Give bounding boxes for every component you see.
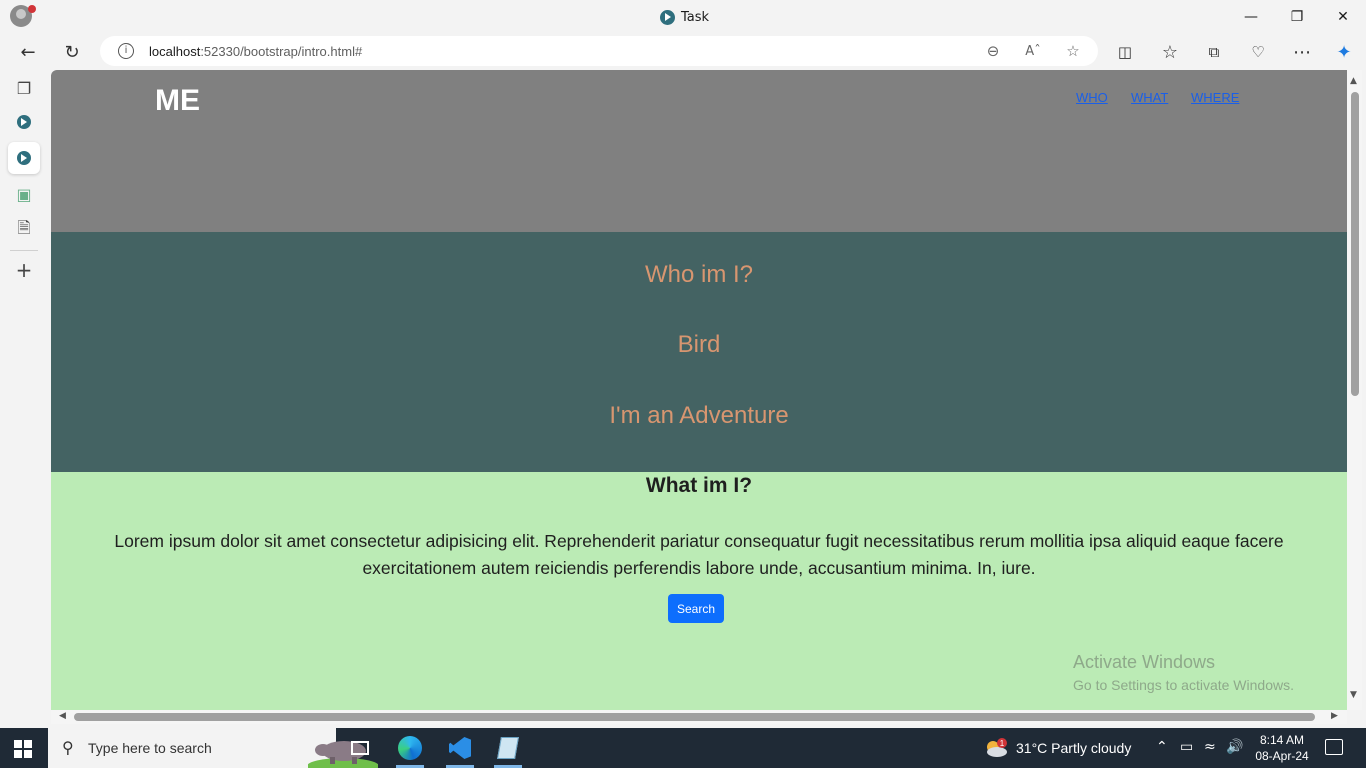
scroll-down-arrow-icon[interactable]: ▼ (1350, 690, 1357, 700)
what-section: What im I? Lorem ipsum dolor sit amet co… (51, 472, 1347, 710)
windows-taskbar: ⚲ Type here to search 1 31°C Partly clou… (0, 728, 1366, 768)
browser-essentials-icon[interactable]: ♡ (1244, 38, 1272, 66)
weather-text[interactable]: 31°C Partly cloudy (1016, 740, 1131, 756)
task-view-icon (351, 741, 369, 755)
split-screen-icon[interactable]: ◫ (1111, 38, 1139, 66)
zoom-out-icon[interactable]: ⊖ (982, 40, 1004, 62)
more-menu-icon[interactable]: ⋯ (1288, 38, 1316, 66)
taskbar-edge-button[interactable] (386, 728, 434, 768)
taskbar-search-box[interactable]: ⚲ Type here to search (48, 728, 378, 768)
url-path: :52330/bootstrap/intro.html# (200, 44, 363, 59)
weather-icon[interactable]: 1 (984, 738, 1008, 758)
new-tab-plus-icon[interactable]: + (8, 254, 40, 286)
clock-date: 08-Apr-24 (1255, 749, 1309, 763)
tab-task-active-icon[interactable] (8, 142, 40, 174)
nav-link-who[interactable]: WHO (1076, 90, 1108, 105)
scroll-right-arrow-icon[interactable]: ▶ (1331, 711, 1338, 721)
restore-button[interactable]: ❐ (1274, 0, 1320, 33)
window-title-text: Task (681, 9, 710, 25)
vscode-icon (449, 737, 471, 759)
close-window-button[interactable]: ✕ (1320, 0, 1366, 33)
scroll-left-arrow-icon[interactable]: ◀ (59, 711, 66, 721)
tab-actions-icon[interactable]: ❐ (8, 72, 40, 104)
task-view-button[interactable] (336, 728, 384, 768)
title-bar: Task — ❐ ✕ (0, 0, 1366, 33)
tab-favicon-icon (660, 9, 675, 25)
refresh-icon[interactable]: ↻ (58, 38, 86, 66)
what-paragraph: Lorem ipsum dolor sit amet consectetur a… (114, 531, 1284, 578)
minimize-button[interactable]: — (1228, 0, 1274, 33)
search-button[interactable]: Search (668, 594, 724, 623)
copilot-icon[interactable]: ✦ (1330, 38, 1358, 66)
wifi-icon[interactable]: ≈ (1204, 739, 1216, 755)
collections-icon[interactable]: ⧉ (1200, 38, 1228, 66)
window-title: Task (660, 8, 709, 26)
what-heading: What im I? (645, 474, 753, 497)
who-subheading: Bird (677, 331, 721, 358)
address-bar[interactable]: i localhost:52330/bootstrap/intro.html# … (100, 36, 1098, 66)
tab-task-1-icon[interactable] (8, 106, 40, 138)
taskbar-search-placeholder: Type here to search (88, 740, 212, 756)
windows-start-icon[interactable] (14, 740, 32, 758)
notepad-icon (497, 737, 519, 759)
vertical-tabs-sidebar: ❐ ▣ 🗎 + (0, 70, 48, 728)
horizontal-scroll-thumb[interactable] (74, 713, 1315, 721)
nav-link-what[interactable]: WHAT (1131, 90, 1168, 105)
system-clock[interactable]: 8:14 AM 08-Apr-24 (1250, 732, 1314, 764)
edge-icon (398, 736, 422, 760)
activate-windows-title: Activate Windows (1073, 652, 1216, 672)
page-header: ME WHO WHAT WHERE (51, 70, 1347, 232)
who-section: Who im I? Bird I'm an Adventure (51, 232, 1347, 472)
vertical-scroll-thumb[interactable] (1351, 92, 1359, 396)
notifications-icon[interactable] (1325, 739, 1343, 755)
tab-contact-icon[interactable]: ▣ (8, 178, 40, 210)
page-viewport: ME WHO WHAT WHERE Who im I? Bird I'm an … (51, 70, 1347, 710)
horizontal-scrollbar[interactable]: ◀ ▶ (51, 710, 1347, 724)
show-hidden-icons-chevron-icon[interactable]: ⌃ (1156, 739, 1168, 755)
nav-link-where[interactable]: WHERE (1191, 90, 1239, 105)
taskbar-notepad-button[interactable] (484, 728, 532, 768)
browser-toolbar: ← ↻ i localhost:52330/bootstrap/intro.ht… (0, 33, 1366, 70)
activate-windows-subtitle: Go to Settings to activate Windows. (1073, 677, 1294, 693)
search-icon: ⚲ (62, 738, 74, 757)
url-host: localhost (149, 44, 201, 59)
read-aloud-icon[interactable]: Aˆ (1022, 40, 1044, 62)
url-text[interactable]: localhost:52330/bootstrap/intro.html# (149, 44, 362, 59)
taskbar-vscode-button[interactable] (436, 728, 484, 768)
tab-document-icon[interactable]: 🗎 (8, 214, 40, 246)
weather-badge: 1 (1000, 739, 1005, 748)
brand-logo[interactable]: ME (155, 84, 200, 118)
favorite-star-icon[interactable]: ☆ (1062, 40, 1084, 62)
who-heading: Who im I? (644, 261, 754, 288)
battery-icon[interactable]: ▭ (1180, 739, 1193, 755)
back-arrow-icon[interactable]: ← (14, 38, 42, 66)
sidebar-divider (10, 250, 38, 251)
volume-icon[interactable]: 🔊 (1226, 739, 1243, 755)
notification-dot-icon (28, 5, 36, 13)
favorites-icon[interactable]: ☆ (1156, 38, 1184, 66)
scroll-up-arrow-icon[interactable]: ▲ (1350, 76, 1357, 86)
clock-time: 8:14 AM (1259, 733, 1305, 747)
who-tagline: I'm an Adventure (609, 402, 789, 429)
site-info-icon[interactable]: i (118, 43, 134, 59)
vertical-scrollbar[interactable]: ▲ ▼ (1347, 70, 1362, 710)
